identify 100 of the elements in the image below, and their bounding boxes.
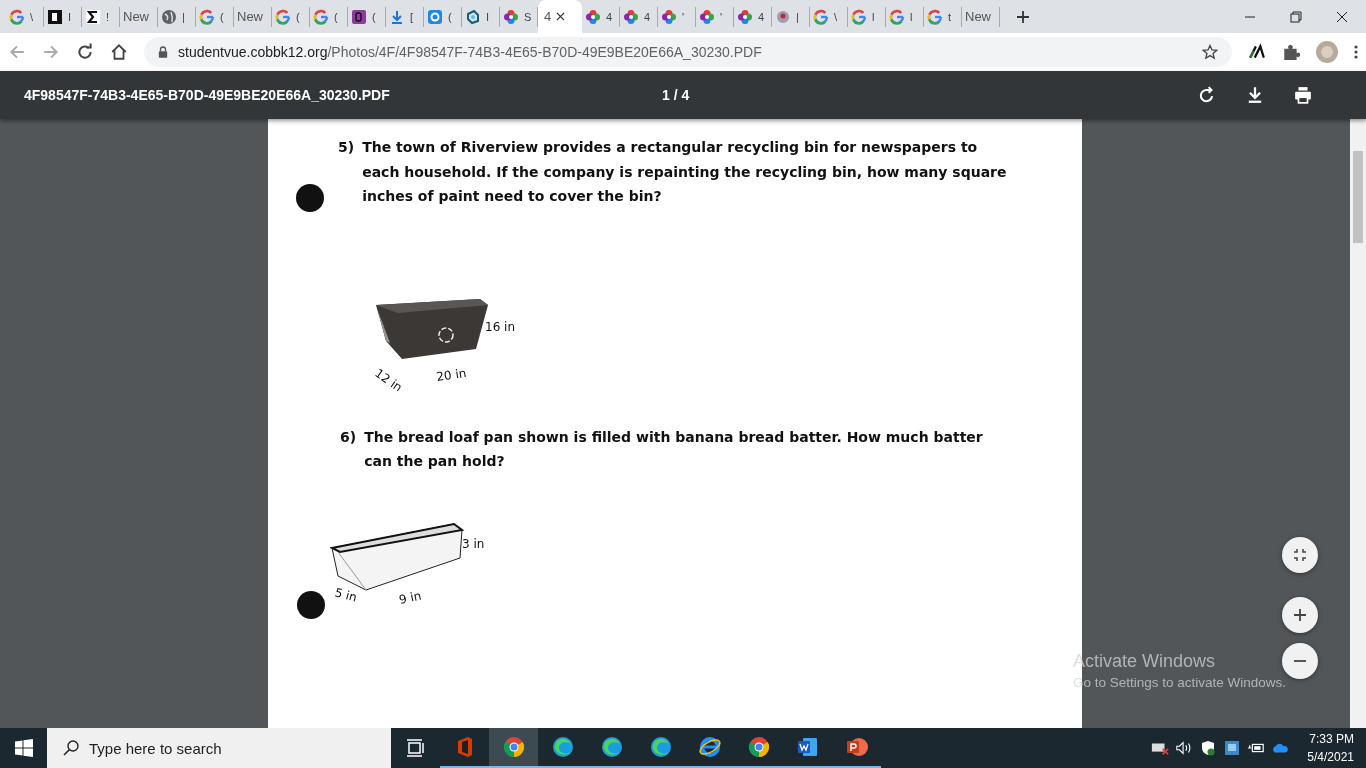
google-icon xyxy=(851,8,867,25)
question-number: 5) xyxy=(338,138,355,157)
rotate-icon[interactable] xyxy=(1198,86,1216,104)
browser-tab[interactable]: ( xyxy=(348,6,386,27)
browser-tab[interactable]: ( xyxy=(272,6,310,27)
zoom-in-button[interactable] xyxy=(1282,597,1318,633)
browser-tab[interactable]: New xyxy=(120,6,158,27)
close-icon[interactable] xyxy=(556,12,566,21)
document-title: 4F98547F-74B3-4E65-B70D-49E9BE20E66A_30230.PDF xyxy=(24,87,391,103)
tab-title: ( xyxy=(334,10,338,23)
browser-tab[interactable]: 4 xyxy=(582,6,620,27)
tab-title: ' xyxy=(682,10,685,23)
globe-icon xyxy=(161,8,177,25)
zoom-out-button[interactable] xyxy=(1282,643,1318,679)
edge-icon xyxy=(648,735,673,759)
browser-tab[interactable]: New xyxy=(234,6,272,27)
browser-tab[interactable]: ( xyxy=(196,6,234,27)
browser-tab[interactable]: ! xyxy=(82,6,120,27)
browser-tab[interactable]: t xyxy=(924,6,962,27)
scrollbar[interactable] xyxy=(1350,119,1366,728)
pinwheel-icon xyxy=(661,8,677,25)
page-indicator: 1 / 4 xyxy=(662,87,690,103)
internet-explorer-icon xyxy=(697,735,722,759)
tab-title: l xyxy=(872,10,875,23)
lock-icon xyxy=(158,46,168,58)
dimension-label: 20 in xyxy=(435,365,468,384)
browser-tab[interactable]: ' xyxy=(696,6,734,27)
tab-title: l xyxy=(910,10,913,23)
new-tab-icon[interactable] xyxy=(1016,9,1030,24)
app-tray-icon[interactable] xyxy=(1223,740,1242,756)
tab-title: ( xyxy=(296,10,300,23)
home-icon[interactable] xyxy=(110,43,128,61)
edge-icon xyxy=(550,735,575,759)
tab-title: I xyxy=(68,10,72,23)
tab-title: ' xyxy=(720,10,723,23)
dimension-label: 12 in xyxy=(372,365,405,391)
download-icon xyxy=(389,8,405,25)
google-icon xyxy=(275,8,291,25)
browser-tab[interactable]: ( xyxy=(310,6,348,27)
pinwheel-icon xyxy=(623,8,639,25)
print-icon[interactable] xyxy=(1294,86,1312,104)
google-icon xyxy=(889,8,905,25)
browser-tab[interactable]: 4 xyxy=(734,6,772,27)
browser-tab[interactable]: 4 xyxy=(620,6,658,27)
download-icon[interactable] xyxy=(1246,86,1264,104)
tab-title: \ xyxy=(30,10,34,23)
question-text: The town of Riverview provides a rectangular recycling bin for newspapers to each household. If the company is repainting the recycling bin, how many square inches of paint need to cover the bin? xyxy=(362,138,1008,206)
fit-page-button[interactable] xyxy=(1282,537,1318,573)
tab-title: ( xyxy=(220,10,224,23)
browser-tab[interactable]: ( xyxy=(424,6,462,27)
tab-title: | xyxy=(182,10,185,23)
browser-tab[interactable]: l xyxy=(886,6,924,27)
menu-icon[interactable] xyxy=(1354,44,1358,60)
chrome-icon xyxy=(746,735,771,759)
browser-tab[interactable]: 4 xyxy=(538,0,582,33)
pinwheel-icon xyxy=(737,8,753,25)
browser-tab[interactable]: [ xyxy=(386,6,424,27)
browser-tab[interactable]: \ xyxy=(6,6,44,27)
browser-tab[interactable]: \ xyxy=(810,6,848,27)
browser-tab[interactable]: | xyxy=(772,6,810,27)
target-icon xyxy=(427,8,443,25)
browser-tab[interactable]: l xyxy=(848,6,886,27)
browser-tab[interactable]: New xyxy=(962,6,1000,27)
tab-title: New xyxy=(965,9,991,24)
search-icon xyxy=(63,740,79,756)
clock[interactable]: 7:33 PM 5/4/2021 xyxy=(1307,730,1354,766)
google-icon xyxy=(927,8,943,25)
powerpoint-icon xyxy=(844,735,869,759)
taskbar-app[interactable] xyxy=(489,728,538,768)
windows-start-icon[interactable] xyxy=(15,739,33,757)
browser-tab[interactable]: I xyxy=(462,6,500,27)
browser-tab[interactable]: ' xyxy=(658,6,696,27)
bookmark-star-icon[interactable] xyxy=(1202,44,1218,60)
restore-icon[interactable] xyxy=(1290,10,1302,23)
tab-title: [ xyxy=(410,10,414,23)
close-icon[interactable] xyxy=(1336,10,1348,23)
tab-title: New xyxy=(237,9,263,24)
sigma-icon xyxy=(85,8,101,25)
dimension-label: 16 in xyxy=(485,319,516,334)
chrome-icon xyxy=(501,735,526,759)
tab-title: 4 xyxy=(606,10,613,23)
pinwheel-icon xyxy=(503,8,519,25)
puzzle-icon[interactable] xyxy=(1282,43,1300,61)
taskbar-search-field[interactable]: Type here to search xyxy=(47,728,391,768)
question-text: The bread loaf pan shown is filled with banana bread batter. How much batter can the pan hold? xyxy=(364,427,984,471)
pinwheel-icon xyxy=(585,8,601,25)
square-logo-icon xyxy=(47,8,63,25)
pinwheel-icon xyxy=(699,8,715,25)
edge-icon xyxy=(599,735,624,759)
question-number: 6) xyxy=(340,427,357,447)
reload-icon[interactable] xyxy=(76,43,94,61)
tab-title: New xyxy=(123,9,149,24)
extension-logo-icon[interactable] xyxy=(1248,43,1266,61)
dimension-label: 9 in xyxy=(397,588,423,607)
browser-tab[interactable]: | xyxy=(158,6,196,27)
dimension-label: 3 in xyxy=(462,536,485,551)
browser-tab[interactable]: I xyxy=(44,6,82,27)
address-bar[interactable]: studentvue.cobbk12.org/Photos/4F/4F98547F-74B3-4E65-B70D-49E9BE20E66A_30230.PDF xyxy=(144,37,1232,67)
tab-title: I xyxy=(486,10,490,23)
google-icon xyxy=(813,8,829,25)
